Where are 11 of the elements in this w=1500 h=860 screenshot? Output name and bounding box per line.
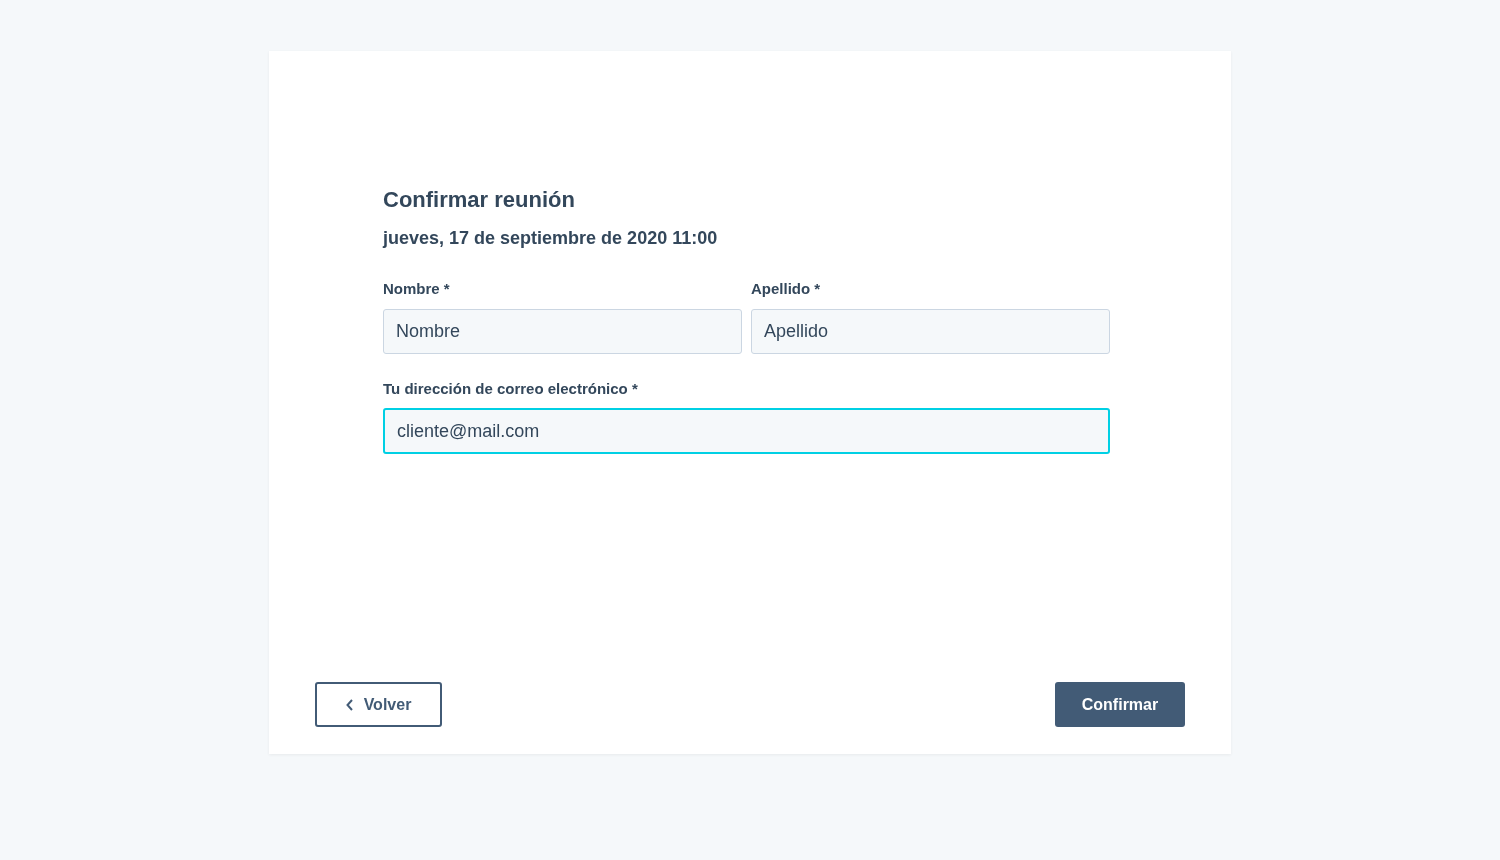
field-label: Nombre *: [383, 279, 451, 299]
input-field[interactable]: Apellido: [751, 308, 1110, 354]
input-field[interactable]: cliente@mail.com: [383, 408, 1110, 454]
chevron-left-icon: [345, 698, 354, 711]
input-field[interactable]: Nombre: [383, 308, 742, 354]
meeting-date: jueves, 17 de septiembre de 2020 11:00: [383, 227, 719, 250]
field-label: Tu dirección de correo electrónico *: [383, 378, 639, 399]
form-title: Confirmar reunión: [383, 186, 576, 214]
field-label: Apellido *: [751, 279, 822, 299]
confirm-button[interactable]: Confirmar: [1055, 682, 1185, 727]
back-button[interactable]: Volver: [315, 682, 442, 727]
